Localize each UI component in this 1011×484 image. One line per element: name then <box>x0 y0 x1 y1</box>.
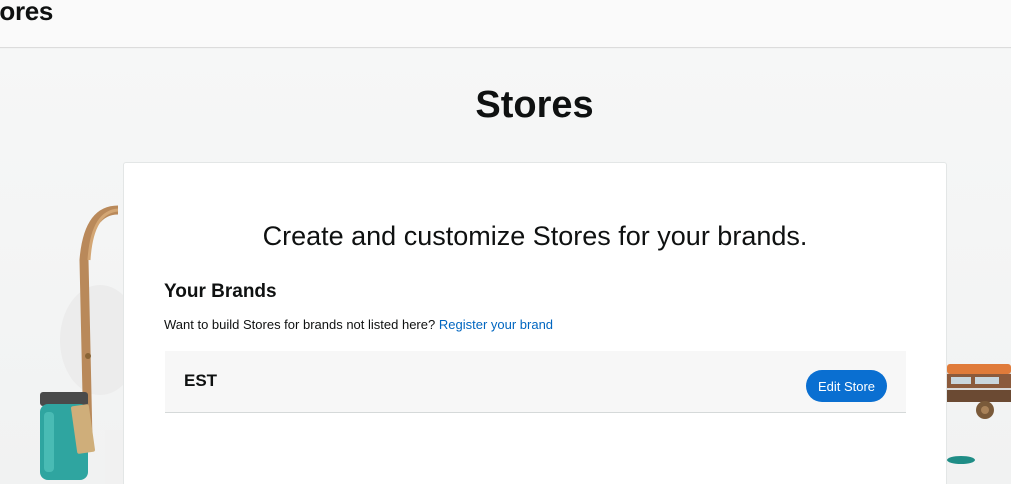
brand-row: EST Edit Store <box>165 351 906 413</box>
register-brand-link[interactable]: Register your brand <box>439 317 553 332</box>
edit-store-button[interactable]: Edit Store <box>806 370 887 402</box>
product-image-toy-car <box>947 364 1011 464</box>
brands-note-text: Want to build Stores for brands not list… <box>164 317 436 332</box>
top-header-bar: tores <box>0 0 1011 48</box>
brands-note: Want to build Stores for brands not list… <box>164 317 553 332</box>
product-image-jar-lamp <box>40 205 123 484</box>
stores-card: Create and customize Stores for your bra… <box>123 162 947 484</box>
header-title: tores <box>0 0 54 26</box>
page-title: Stores <box>475 84 594 126</box>
brand-name: EST <box>184 371 218 390</box>
your-brands-heading: Your Brands <box>164 281 277 302</box>
card-heading: Create and customize Stores for your bra… <box>262 221 808 251</box>
